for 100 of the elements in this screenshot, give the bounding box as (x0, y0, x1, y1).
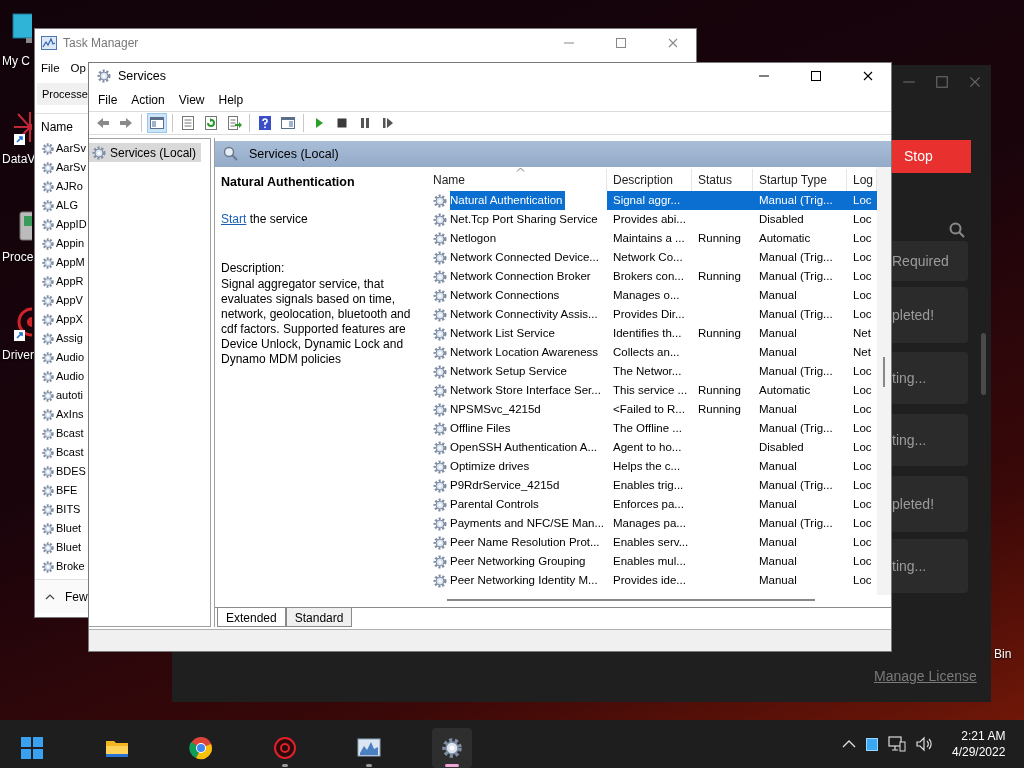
table-cell-text: Network Connected Device... (450, 250, 600, 265)
icon-label: Proce (2, 249, 34, 266)
table-cell-text: Peer Networking Identity M... (450, 573, 599, 588)
start-icon (20, 736, 44, 760)
fewer-details-link[interactable]: Few (65, 587, 88, 606)
table-cell: Running (698, 403, 741, 415)
start-link[interactable]: Start (221, 211, 247, 226)
gear-icon (41, 141, 55, 156)
gear-icon (96, 68, 112, 84)
gear-icon (41, 198, 55, 213)
menu-item[interactable]: Op (70, 60, 86, 78)
process-name: Bcast (56, 445, 84, 461)
tree-item[interactable]: Services (Local) (89, 143, 201, 162)
process-name: BITS (56, 502, 81, 518)
table-cell: Automatic (759, 384, 811, 396)
row-highlight[interactable]: Signal aggr... Manual (Trig... Loc (607, 191, 877, 210)
view-tab[interactable]: Extended (217, 608, 286, 627)
icon-label: Driver (2, 347, 34, 364)
table-cell-text: Network Connectivity Assis... (450, 307, 599, 322)
window-title: Task Manager (63, 35, 139, 52)
table-cell: Manual (759, 289, 797, 301)
table-cell-text: Network Connection Broker (450, 269, 592, 284)
gear-icon (41, 407, 55, 422)
table-cell: Enables mul... (613, 555, 686, 567)
network-icon[interactable] (888, 736, 906, 752)
process-name: Appin (56, 236, 85, 252)
manage-license-link[interactable]: Manage License (874, 666, 977, 687)
process-name: autoti (56, 388, 83, 404)
gear-icon (41, 217, 55, 232)
table-cell: Enables trig... (613, 479, 684, 491)
help-icon (257, 115, 273, 131)
scrollbar-thumb[interactable] (447, 599, 815, 601)
scrollbar-thumb[interactable] (883, 357, 885, 387)
process-name: Bluet (56, 521, 82, 537)
action-text: Start the service (221, 210, 309, 228)
clock-date[interactable]: 4/29/2022 (952, 744, 1006, 760)
processes-tab[interactable]: Processe (37, 82, 89, 106)
app-tray-icon[interactable] (866, 737, 878, 751)
scrollbar-thumb[interactable] (981, 333, 986, 395)
table-cell: Loc (853, 270, 872, 282)
taskbar-app[interactable] (432, 728, 472, 768)
status-text: Required (892, 251, 949, 271)
table-cell: Loc (853, 479, 872, 491)
table-cell-text: OpenSSH Authentication A... (450, 440, 599, 455)
table-cell: Manual (Trig... (759, 517, 833, 529)
volume-icon[interactable] (916, 736, 934, 752)
table-cell: The Offline ... (613, 422, 682, 434)
gear-icon (41, 274, 55, 289)
menu-item[interactable]: File (91, 91, 125, 109)
table-cell: Manual (759, 536, 797, 548)
table-cell: Loc (853, 460, 872, 472)
table-cell: Loc (853, 555, 872, 567)
gear-icon (41, 483, 55, 498)
process-name: Bluet (56, 540, 82, 556)
menu-item[interactable]: View (171, 91, 212, 109)
process-name: AppV (56, 293, 83, 309)
table-cell: Disabled (759, 441, 804, 453)
service-name: Natural Authentication (221, 174, 356, 191)
gear-icon (41, 236, 55, 251)
process-name: Audio (56, 350, 85, 366)
column-header[interactable]: Name (35, 117, 73, 136)
table-cell: Manual (759, 498, 797, 510)
properties-icon (180, 115, 196, 131)
maximize-icon (934, 75, 949, 89)
gear-icon (41, 502, 55, 517)
search-icon[interactable] (949, 222, 965, 238)
chart-icon (357, 736, 381, 760)
icon-label: Bin (994, 646, 1012, 663)
service-gear-icon (432, 534, 448, 551)
service-gear-icon (432, 363, 448, 380)
table-cell: Manual (Trig... (759, 251, 833, 263)
gear-icon (41, 445, 55, 460)
table-cell: Manual (Trig... (759, 270, 833, 282)
view-tab[interactable]: Standard (285, 608, 353, 627)
gear-icon (41, 464, 55, 479)
table-cell: Manages pa... (613, 517, 686, 529)
magnifier-gear-icon (223, 146, 239, 162)
table-cell: Loc (853, 308, 872, 320)
stop-button[interactable]: Stop (890, 140, 971, 173)
chevron-up-icon[interactable] (45, 593, 55, 600)
service-gear-icon (432, 249, 448, 266)
process-name: AarSv (56, 141, 86, 157)
tree-button[interactable] (147, 113, 167, 133)
gear-icon (41, 160, 55, 175)
menu-item[interactable]: Action (124, 91, 172, 109)
menu-item[interactable]: File (41, 60, 60, 78)
maximize-icon (615, 37, 627, 49)
table-cell: Provides ide... (613, 574, 686, 586)
gear-icon (440, 736, 464, 760)
clock-time[interactable]: 2:21 AM (961, 728, 1006, 744)
service-gear-icon (432, 572, 448, 589)
table-cell: <Failed to R... (613, 403, 685, 415)
table-cell: Running (698, 384, 741, 396)
service-gear-icon (432, 420, 448, 437)
table-cell-text: Network Store Interface Ser... (450, 383, 602, 398)
export-list-icon (226, 115, 242, 131)
table-cell: Automatic (759, 232, 811, 244)
menu-item[interactable]: Help (211, 91, 251, 109)
back-arrow-icon (95, 115, 111, 131)
chart-icon (41, 36, 57, 50)
